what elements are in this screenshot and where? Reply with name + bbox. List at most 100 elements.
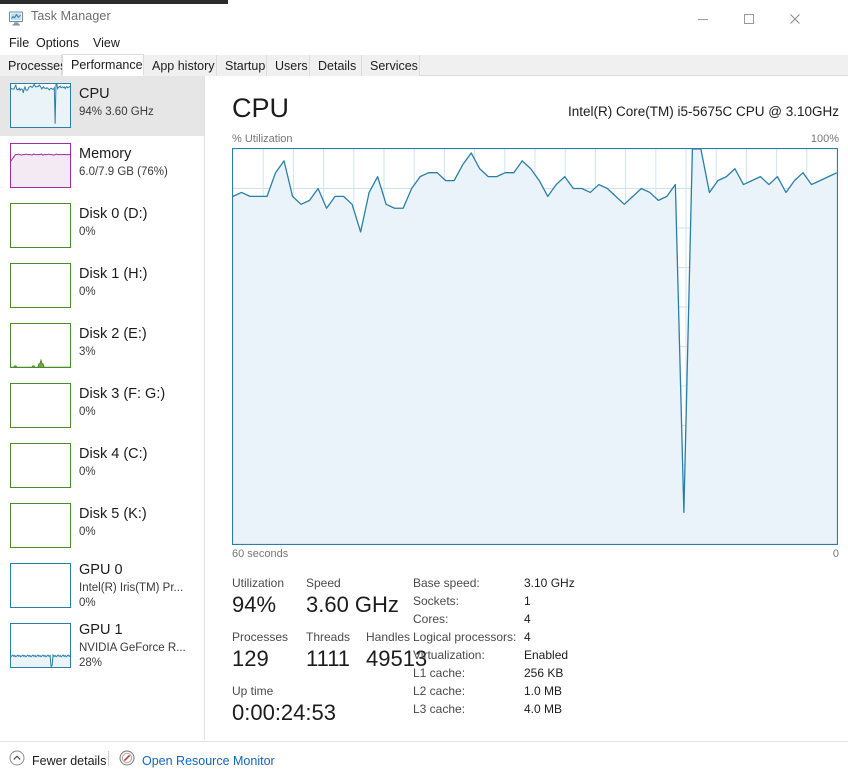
stat-label-speed: Speed (306, 576, 341, 590)
tab-startup[interactable]: Startup (217, 55, 267, 76)
sidebar-item-cpu[interactable]: CPU 94% 3.60 GHz (0, 76, 204, 136)
maximize-button[interactable] (726, 4, 772, 34)
minimize-button[interactable] (680, 4, 726, 34)
cpu-utilization-chart (232, 148, 838, 545)
open-resource-monitor-label: Open Resource Monitor (142, 753, 275, 768)
sidebar-thumbnail-graph (10, 383, 71, 428)
stat-label-threads: Threads (306, 630, 351, 644)
close-button[interactable] (772, 4, 818, 34)
window-title: Task Manager (31, 9, 111, 23)
sidebar-thumbnail-graph (10, 323, 71, 368)
open-resource-monitor-link[interactable]: Open Resource Monitor (119, 750, 275, 771)
stat-value-speed: 3.60 GHz (306, 592, 399, 617)
tab-label: Performance (71, 58, 143, 72)
sidebar-item-name: Disk 4 (C:) (79, 446, 148, 462)
sidebar-thumbnail-graph (10, 203, 71, 248)
tab-app-history[interactable]: App history (144, 55, 217, 76)
stat-value-processes: 129 (232, 646, 269, 671)
menu-item-file[interactable]: File (4, 35, 34, 51)
sidebar-item-disk-2-e[interactable]: Disk 2 (E:) 3% (0, 316, 204, 376)
sidebar-item-gpu-1[interactable]: GPU 1 NVIDIA GeForce R... 28% (0, 616, 204, 676)
stat-value-utilization: 94% (232, 592, 277, 617)
sidebar-item-detail: 6.0/7.9 GB (76%) (79, 166, 168, 178)
spec-key-cores: Cores: (413, 612, 449, 626)
sidebar-item-detail: 0% (79, 406, 96, 418)
sidebar-item-disk-3-f-g[interactable]: Disk 3 (F: G:) 0% (0, 376, 204, 436)
sidebar-item-detail: 3% (79, 346, 96, 358)
sidebar-item-detail: NVIDIA GeForce R... (79, 642, 186, 654)
spec-key-logical-processors: Logical processors: (413, 630, 517, 644)
spec-value-l3-cache: 4.0 MB (524, 702, 563, 716)
sidebar-item-name: Memory (79, 146, 132, 162)
spec-key-virtualization: Virtualization: (413, 648, 485, 662)
window-top-accent-right (228, 0, 848, 3)
chevron-up-icon (9, 750, 25, 771)
resource-monitor-icon (119, 750, 135, 771)
spec-value-logical-processors: 4 (524, 630, 531, 644)
sidebar-thumbnail-graph (10, 443, 71, 488)
sidebar-item-detail: 0% (79, 466, 96, 478)
sidebar-item-disk-5-k[interactable]: Disk 5 (K:) 0% (0, 496, 204, 556)
sidebar-item-gpu-0[interactable]: GPU 0 Intel(R) Iris(TM) Pr... 0% (0, 556, 204, 616)
task-manager-icon (8, 10, 25, 27)
tab-details[interactable]: Details (310, 55, 362, 76)
sidebar-item-detail: 94% 3.60 GHz (79, 106, 154, 118)
sidebar-thumbnail-graph (10, 83, 71, 128)
sidebar-item-disk-1-h[interactable]: Disk 1 (H:) 0% (0, 256, 204, 316)
sidebar-item-memory[interactable]: Memory 6.0/7.9 GB (76%) (0, 136, 204, 196)
menu-item-options[interactable]: Options (31, 35, 84, 51)
spec-value-cores: 4 (524, 612, 531, 626)
sidebar-item-name: GPU 0 (79, 562, 123, 578)
stat-label-handles: Handles (366, 630, 411, 644)
spec-key-l2-cache: L2 cache: (413, 684, 466, 698)
sidebar-thumbnail-graph (10, 263, 71, 308)
tab-performance[interactable]: Performance (62, 54, 144, 76)
sidebar-item-detail: 0% (79, 286, 96, 298)
sidebar-item-detail: Intel(R) Iris(TM) Pr... (79, 582, 184, 594)
cpu-detail-panel: CPU Intel(R) Core(TM) i5-5675C CPU @ 3.1… (206, 76, 848, 740)
stat-label-processes: Processes (232, 630, 289, 644)
chart-x-axis-end: 0 (832, 548, 839, 560)
tab-strip: Processes Performance App history Startup Us… (0, 54, 848, 76)
sidebar-item-detail: 0% (79, 226, 96, 238)
footer-divider (108, 751, 109, 766)
spec-value-base-speed: 3.10 GHz (524, 576, 575, 590)
menu-item-view[interactable]: View (88, 35, 125, 51)
tab-label: Details (318, 58, 357, 73)
tab-label: Startup (225, 58, 266, 73)
tab-label: Processes (8, 58, 67, 73)
sidebar-item-name: Disk 2 (E:) (79, 326, 147, 342)
sidebar-item-name: Disk 0 (D:) (79, 206, 148, 222)
sidebar-item-disk-0-d[interactable]: Disk 0 (D:) 0% (0, 196, 204, 256)
sidebar-item-name: CPU (79, 86, 110, 102)
resource-sidebar[interactable]: CPU 94% 3.60 GHz Memory 6.0/7.9 GB (76%) Dis… (0, 76, 205, 740)
tab-label: App history (152, 58, 215, 73)
menu-bar: File Options View (0, 32, 848, 54)
sidebar-item-detail: 0% (79, 526, 96, 538)
chart-x-axis-start: 60 seconds (232, 548, 289, 560)
sidebar-thumbnail-graph (10, 563, 71, 608)
chart-y-axis-label: % Utilization (232, 133, 293, 145)
sidebar-item-disk-4-c[interactable]: Disk 4 (C:) 0% (0, 436, 204, 496)
tab-processes[interactable]: Processes (0, 55, 66, 76)
chart-y-axis-max: 100% (810, 133, 839, 145)
sidebar-item-name: Disk 1 (H:) (79, 266, 148, 282)
stat-value-threads: 1111 (306, 646, 351, 671)
sidebar-item-name: Disk 5 (K:) (79, 506, 147, 522)
spec-key-l1-cache: L1 cache: (413, 666, 466, 680)
tab-users[interactable]: Users (267, 55, 310, 76)
task-manager-window: Task Manager File Options View Processes… (0, 0, 848, 774)
spec-key-base-speed: Base speed: (413, 576, 480, 590)
fewer-details-button[interactable]: Fewer details (9, 750, 106, 771)
tab-label: Users (275, 58, 308, 73)
sidebar-thumbnail-graph (10, 623, 71, 668)
footer-bar: Fewer details Open Resource Monitor (0, 741, 848, 774)
sidebar-thumbnail-graph (10, 143, 71, 188)
sidebar-item-usage: 0% (79, 597, 96, 609)
tab-label: Services (370, 58, 418, 73)
tab-services[interactable]: Services (362, 55, 420, 76)
spec-value-sockets: 1 (524, 594, 531, 608)
sidebar-item-name: Disk 3 (F: G:) (79, 386, 166, 402)
stat-label-uptime: Up time (232, 684, 274, 698)
cpu-model-label: Intel(R) Core(TM) i5-5675C CPU @ 3.10GHz (567, 104, 839, 119)
